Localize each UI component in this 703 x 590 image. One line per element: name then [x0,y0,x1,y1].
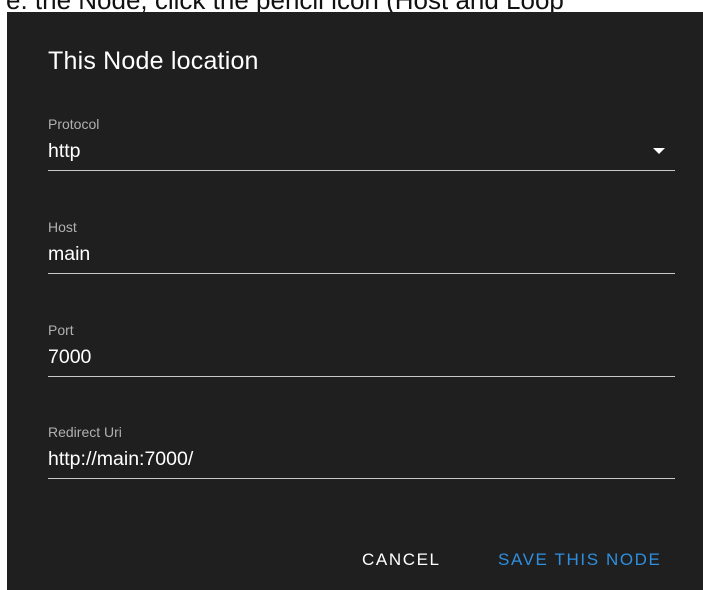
protocol-label: Protocol [48,116,100,132]
redirect-uri-field[interactable]: Redirect Uri http://main:7000/ [48,423,675,487]
redirect-uri-underline [48,478,675,479]
dialog-title: This Node location [48,47,259,75]
host-label: Host [48,219,77,235]
caret-down-icon[interactable] [653,148,665,154]
protocol-underline [48,170,675,171]
port-field[interactable]: Port 7000 [48,321,675,385]
redirect-uri-label: Redirect Uri [48,424,122,440]
protocol-select[interactable]: Protocol http [48,115,675,179]
cancel-button[interactable]: CANCEL [362,548,441,572]
redirect-uri-value[interactable]: http://main:7000/ [48,445,193,473]
host-underline [48,273,675,274]
host-value[interactable]: main [48,240,90,268]
port-value[interactable]: 7000 [48,343,91,371]
save-this-node-button[interactable]: SAVE THIS NODE [498,548,661,572]
host-field[interactable]: Host main [48,218,675,282]
port-underline [48,376,675,377]
node-location-dialog: This Node location Protocol http Host ma… [7,12,703,590]
port-label: Port [48,322,74,338]
protocol-value[interactable]: http [48,137,81,165]
